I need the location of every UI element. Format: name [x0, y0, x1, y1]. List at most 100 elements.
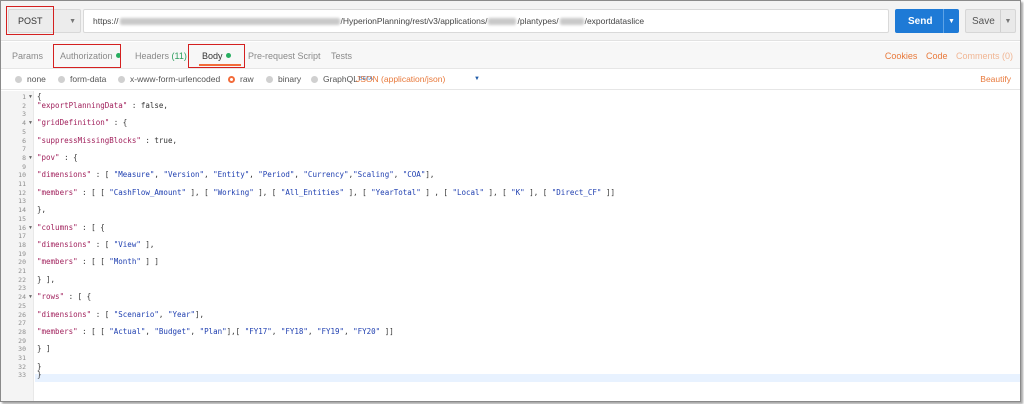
radio-label: raw	[240, 74, 254, 84]
chevron-down-icon[interactable]: ▼	[474, 76, 480, 82]
chevron-down-icon: ▼	[69, 18, 76, 25]
postman-window: POST ▼ https:// /HyperionPlanning/rest/v…	[0, 0, 1021, 402]
line-number: 27	[18, 319, 26, 328]
comments-link[interactable]: Comments (0)	[956, 51, 1013, 61]
radio-label: GraphQL	[323, 74, 358, 84]
code-line: }	[37, 370, 42, 380]
code-line: }	[37, 361, 42, 371]
highlight-method	[6, 6, 54, 35]
radio-circle-icon	[15, 75, 22, 83]
url-path-2: /plantypes/	[517, 16, 559, 26]
url-path: /HyperionPlanning/rest/v3/applications/	[340, 16, 488, 26]
radio-circle-icon	[266, 75, 273, 83]
radio-raw[interactable]: raw	[228, 74, 254, 84]
tab-params[interactable]: Params	[12, 51, 43, 61]
line-number: 13	[18, 197, 26, 206]
tab-headers[interactable]: Headers (11)	[135, 51, 187, 61]
line-number: 16	[18, 223, 26, 232]
headers-count: (11)	[171, 51, 187, 61]
line-number: 3	[22, 110, 26, 119]
url-prefix: https://	[93, 16, 119, 26]
redacted-host	[119, 17, 340, 25]
line-number: 14	[18, 206, 26, 215]
line-number: 4	[22, 119, 26, 128]
radio-circle-icon	[118, 75, 125, 83]
line-number: 28	[18, 327, 26, 336]
line-number: 21	[18, 267, 26, 275]
line-number: 7	[22, 145, 26, 154]
line-number: 15	[18, 214, 26, 223]
line-number: 2	[22, 101, 26, 110]
url-suffix: /exportdataslice	[584, 16, 645, 26]
radio-none[interactable]: none	[15, 74, 46, 84]
code-editor[interactable]: 1 ▼ 2 3 4 ▼ 5 6 7 8 ▼ 9 10 11 12 13 14 15 16 ▼ 17 18 19 20 21 22 2…	[1, 91, 1020, 401]
highlight-authorization	[53, 44, 121, 68]
redacted-plantype	[559, 17, 584, 25]
radio-selected-icon	[228, 75, 235, 83]
tab-headers-label: Headers	[135, 51, 170, 61]
save-button[interactable]: Save ▼	[965, 9, 1016, 33]
code-line: "rows" : [ {	[37, 292, 92, 302]
code-line: } ],	[37, 274, 56, 284]
code-line: "members" : [ [ "CashFlow_Amount" ], [ "…	[37, 187, 615, 197]
fold-toggle-icon[interactable]: ▼	[28, 94, 33, 100]
line-number: 10	[18, 171, 26, 180]
request-tabs: Params Authorization Headers (11) Body P…	[1, 42, 1020, 69]
request-bar: POST ▼ https:// /HyperionPlanning/rest/v…	[1, 1, 1020, 41]
line-number: 12	[18, 188, 26, 197]
radio-circle-icon	[311, 75, 318, 83]
code-line: },	[37, 205, 47, 215]
beautify-link[interactable]: Beautify	[980, 74, 1011, 84]
line-number: 25	[18, 301, 26, 310]
active-line-highlight	[35, 374, 1020, 382]
line-number: 17	[18, 232, 26, 241]
fold-toggle-icon[interactable]: ▼	[28, 294, 33, 300]
radio-x-www-form-urlencoded[interactable]: x-www-form-urlencoded	[118, 74, 220, 84]
fold-toggle-icon[interactable]: ▼	[28, 155, 33, 161]
save-label: Save	[972, 15, 995, 27]
save-dropdown-icon[interactable]: ▼	[1000, 10, 1015, 32]
redacted-app	[488, 17, 517, 25]
fold-toggle-icon[interactable]: ▼	[28, 225, 33, 231]
line-number: 18	[18, 240, 26, 249]
cookies-link[interactable]: Cookies	[885, 51, 918, 61]
code-link[interactable]: Code	[926, 51, 948, 61]
line-number: 8	[22, 153, 26, 162]
line-number: 19	[18, 249, 26, 258]
right-links: Cookies Code Comments (0)	[879, 51, 1013, 61]
code-line: "exportPlanningData" : false,	[37, 100, 168, 110]
tab-pre-request-script[interactable]: Pre-request Script	[248, 51, 321, 61]
line-number: 5	[22, 127, 26, 136]
send-dropdown-icon[interactable]: ▼	[943, 9, 959, 33]
code-line: "members" : [ [ "Month" ] ]	[37, 257, 159, 267]
line-number: 20	[18, 258, 26, 267]
line-number: 23	[18, 284, 26, 293]
line-number: 9	[22, 162, 26, 171]
radio-form-data[interactable]: form-data	[58, 74, 106, 84]
radio-label: form-data	[70, 74, 107, 84]
line-number-gutter: 1 ▼ 2 3 4 ▼ 5 6 7 8 ▼ 9 10 11 12 13 14 15 16 ▼ 17 18 19 20 21 22 2…	[1, 91, 34, 401]
radio-circle-icon	[58, 75, 65, 83]
radio-label: binary	[278, 74, 302, 84]
line-number: 22	[18, 275, 26, 284]
code-line: "columns" : [ {	[37, 222, 105, 232]
radio-binary[interactable]: binary	[266, 74, 301, 84]
line-number: 33	[18, 371, 26, 380]
highlight-body	[188, 44, 245, 68]
code-line: "gridDefinition" : {	[37, 118, 128, 128]
tab-tests[interactable]: Tests	[331, 51, 352, 61]
code-line: "members" : [ [ "Actual", "Budget", "Pla…	[37, 326, 394, 336]
line-number: 1	[22, 93, 26, 101]
content-type-select[interactable]: JSON (application/json)	[356, 74, 445, 84]
send-button[interactable]: Send ▼	[895, 9, 959, 33]
url-input[interactable]: https:// /HyperionPlanning/rest/v3/appli…	[83, 9, 889, 33]
line-number: 31	[18, 354, 26, 362]
line-number: 26	[18, 310, 26, 319]
code-line: {	[37, 92, 42, 101]
fold-toggle-icon[interactable]: ▼	[28, 120, 33, 126]
body-type-bar: none form-data x-www-form-urlencoded raw…	[1, 70, 1020, 90]
code-line: } ]	[37, 344, 51, 354]
line-number: 11	[18, 180, 26, 188]
radio-label: none	[27, 74, 46, 84]
send-label: Send	[908, 15, 933, 27]
